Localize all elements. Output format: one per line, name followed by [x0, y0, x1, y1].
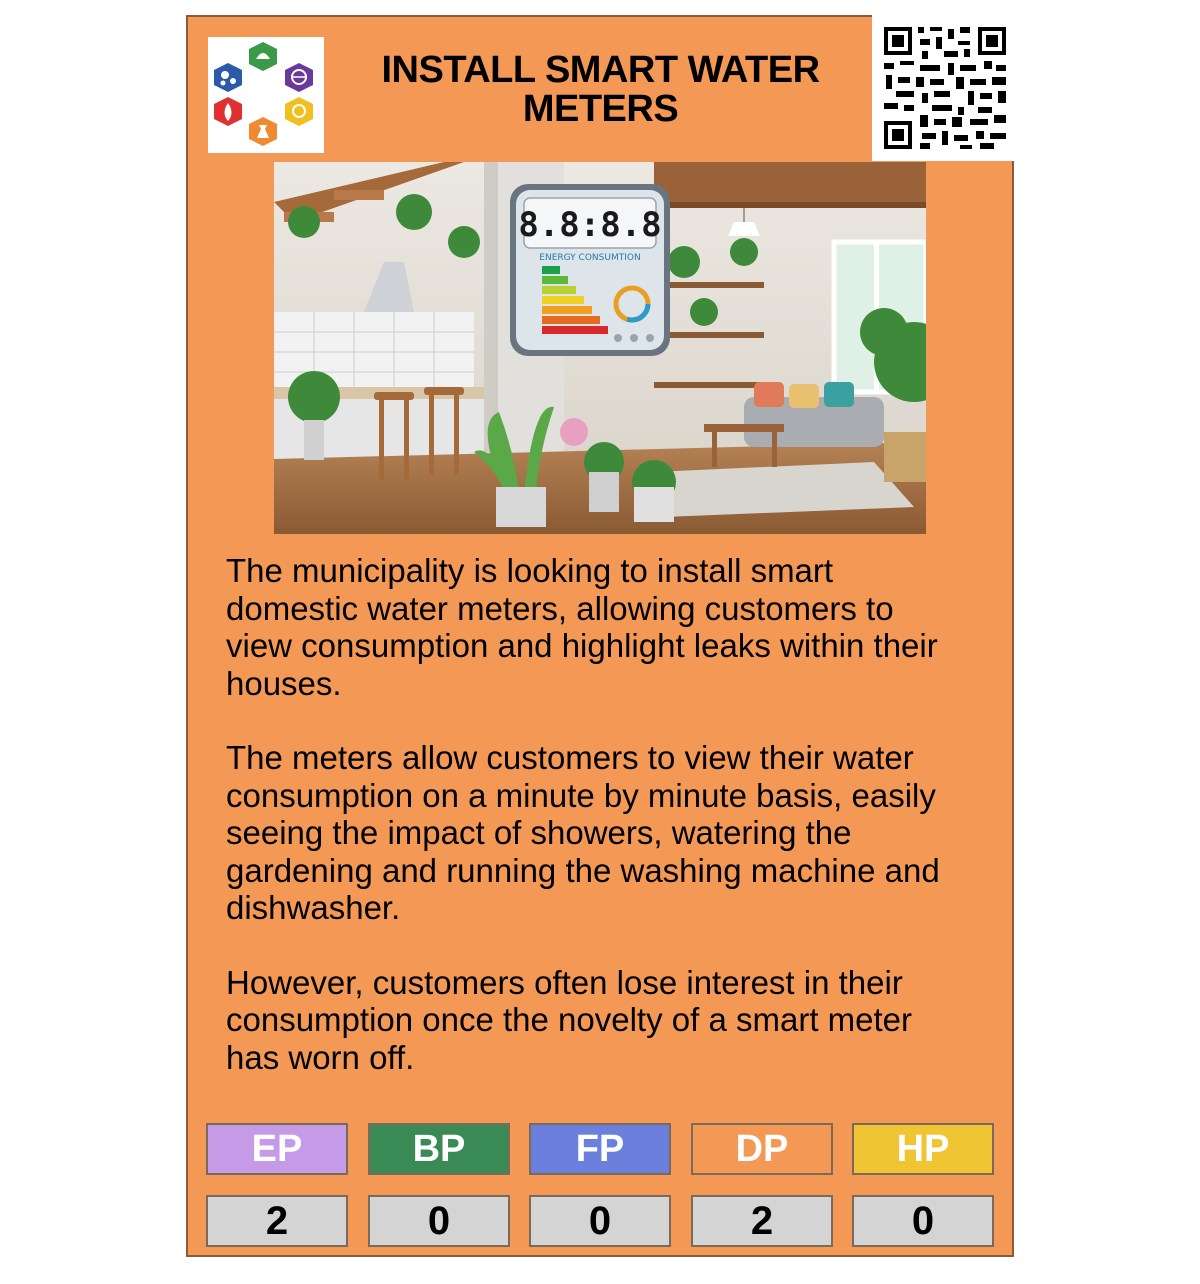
bp-value: 0: [368, 1195, 510, 1247]
description-paragraph-3: However, customers often lose interest i…: [226, 963, 913, 1076]
hero-image: 8.8:8.8 ENERGY CONSUMTION: [274, 162, 926, 534]
fp-value: 0: [529, 1195, 671, 1247]
smart-meter-room-illustration: 8.8:8.8 ENERGY CONSUMTION: [274, 162, 926, 534]
ep-value: 2: [206, 1195, 348, 1247]
points-table: EP 2 BP 0 FP 0 DP 2 HP 0: [206, 1123, 996, 1249]
dp-value: 2: [691, 1195, 833, 1247]
description-paragraph-2: The meters allow customers to view their…: [226, 739, 940, 926]
dp-label: DP: [691, 1123, 833, 1175]
hp-label: HP: [852, 1123, 994, 1175]
hexagon-sector-icons-logo: [214, 42, 313, 146]
card-description: The municipality is looking to install s…: [226, 552, 966, 1113]
ep-label: EP: [206, 1123, 348, 1175]
fp-label: FP: [529, 1123, 671, 1175]
card-title: INSTALL SMART WATER METERS: [381, 49, 820, 130]
scenario-card: INSTALL SMART WATER METERS 8.8:8.8 ENERG…: [186, 15, 1018, 1257]
description-paragraph-1: The municipality is looking to install s…: [226, 552, 938, 702]
qr-code-icon: [872, 15, 1018, 161]
meter-caption: ENERGY CONSUMTION: [539, 253, 640, 263]
bp-label: BP: [368, 1123, 510, 1175]
hp-value: 0: [852, 1195, 994, 1247]
meter-display: 8.8:8.8: [518, 205, 661, 245]
logo: [208, 37, 324, 153]
qr-code[interactable]: [872, 15, 1018, 161]
